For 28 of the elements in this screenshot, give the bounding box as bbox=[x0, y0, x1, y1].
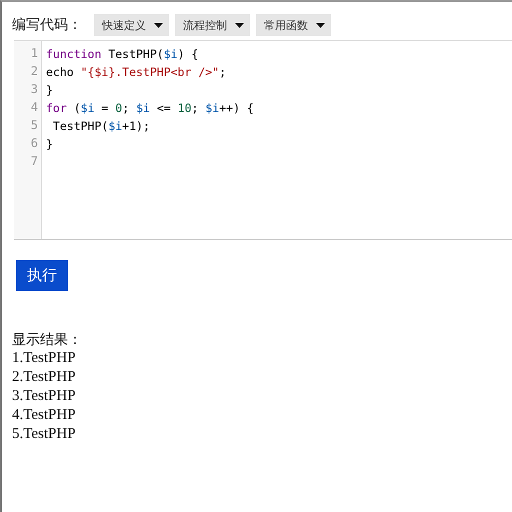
line-number: 4 bbox=[30, 99, 39, 116]
line-number: 5 bbox=[30, 117, 39, 134]
output-line: 4.TestPHP bbox=[12, 406, 77, 425]
code-line: } bbox=[46, 83, 53, 97]
line-number: 2 bbox=[30, 63, 39, 80]
dropdown-button[interactable]: 常用函数 bbox=[256, 14, 331, 36]
code-editor[interactable]: 1 2 3 4 5 6 7 function TestPHP($i) { echo "{$i}.TestPHP<br />"; } for ($i = 0; $i <= 10; $i++) { TestPHP($i+1); } bbox=[14, 40, 512, 240]
caret-icon bbox=[316, 22, 325, 28]
code-label: 编写代码： bbox=[12, 16, 82, 34]
line-number: 6 bbox=[30, 135, 39, 152]
output-line: 2.TestPHP bbox=[12, 368, 77, 387]
code-line: for ($i = 0; $i <= 10; $i++) { bbox=[46, 101, 254, 115]
result-label: 显示结果： bbox=[12, 331, 83, 349]
dropdown-button[interactable]: 流程控制 bbox=[175, 14, 250, 36]
code-line: TestPHP($i+1); bbox=[52, 119, 150, 133]
code-line: function TestPHP($i) { bbox=[46, 47, 198, 61]
line-number: 7 bbox=[30, 153, 39, 170]
output-line: 3.TestPHP bbox=[12, 387, 77, 406]
output-line: 5.TestPHP bbox=[12, 425, 77, 444]
line-number: 1 bbox=[30, 45, 39, 62]
dropdown-button[interactable]: 快速定义 bbox=[94, 14, 169, 36]
output-line: 1.TestPHP bbox=[12, 349, 77, 368]
line-number: 3 bbox=[30, 81, 39, 98]
run-button[interactable]: 执行 bbox=[16, 260, 68, 291]
code-line: echo "{$i}.TestPHP<br />"; bbox=[46, 65, 226, 79]
code-line: } bbox=[46, 137, 53, 151]
caret-icon bbox=[235, 22, 244, 28]
caret-icon bbox=[154, 22, 163, 28]
